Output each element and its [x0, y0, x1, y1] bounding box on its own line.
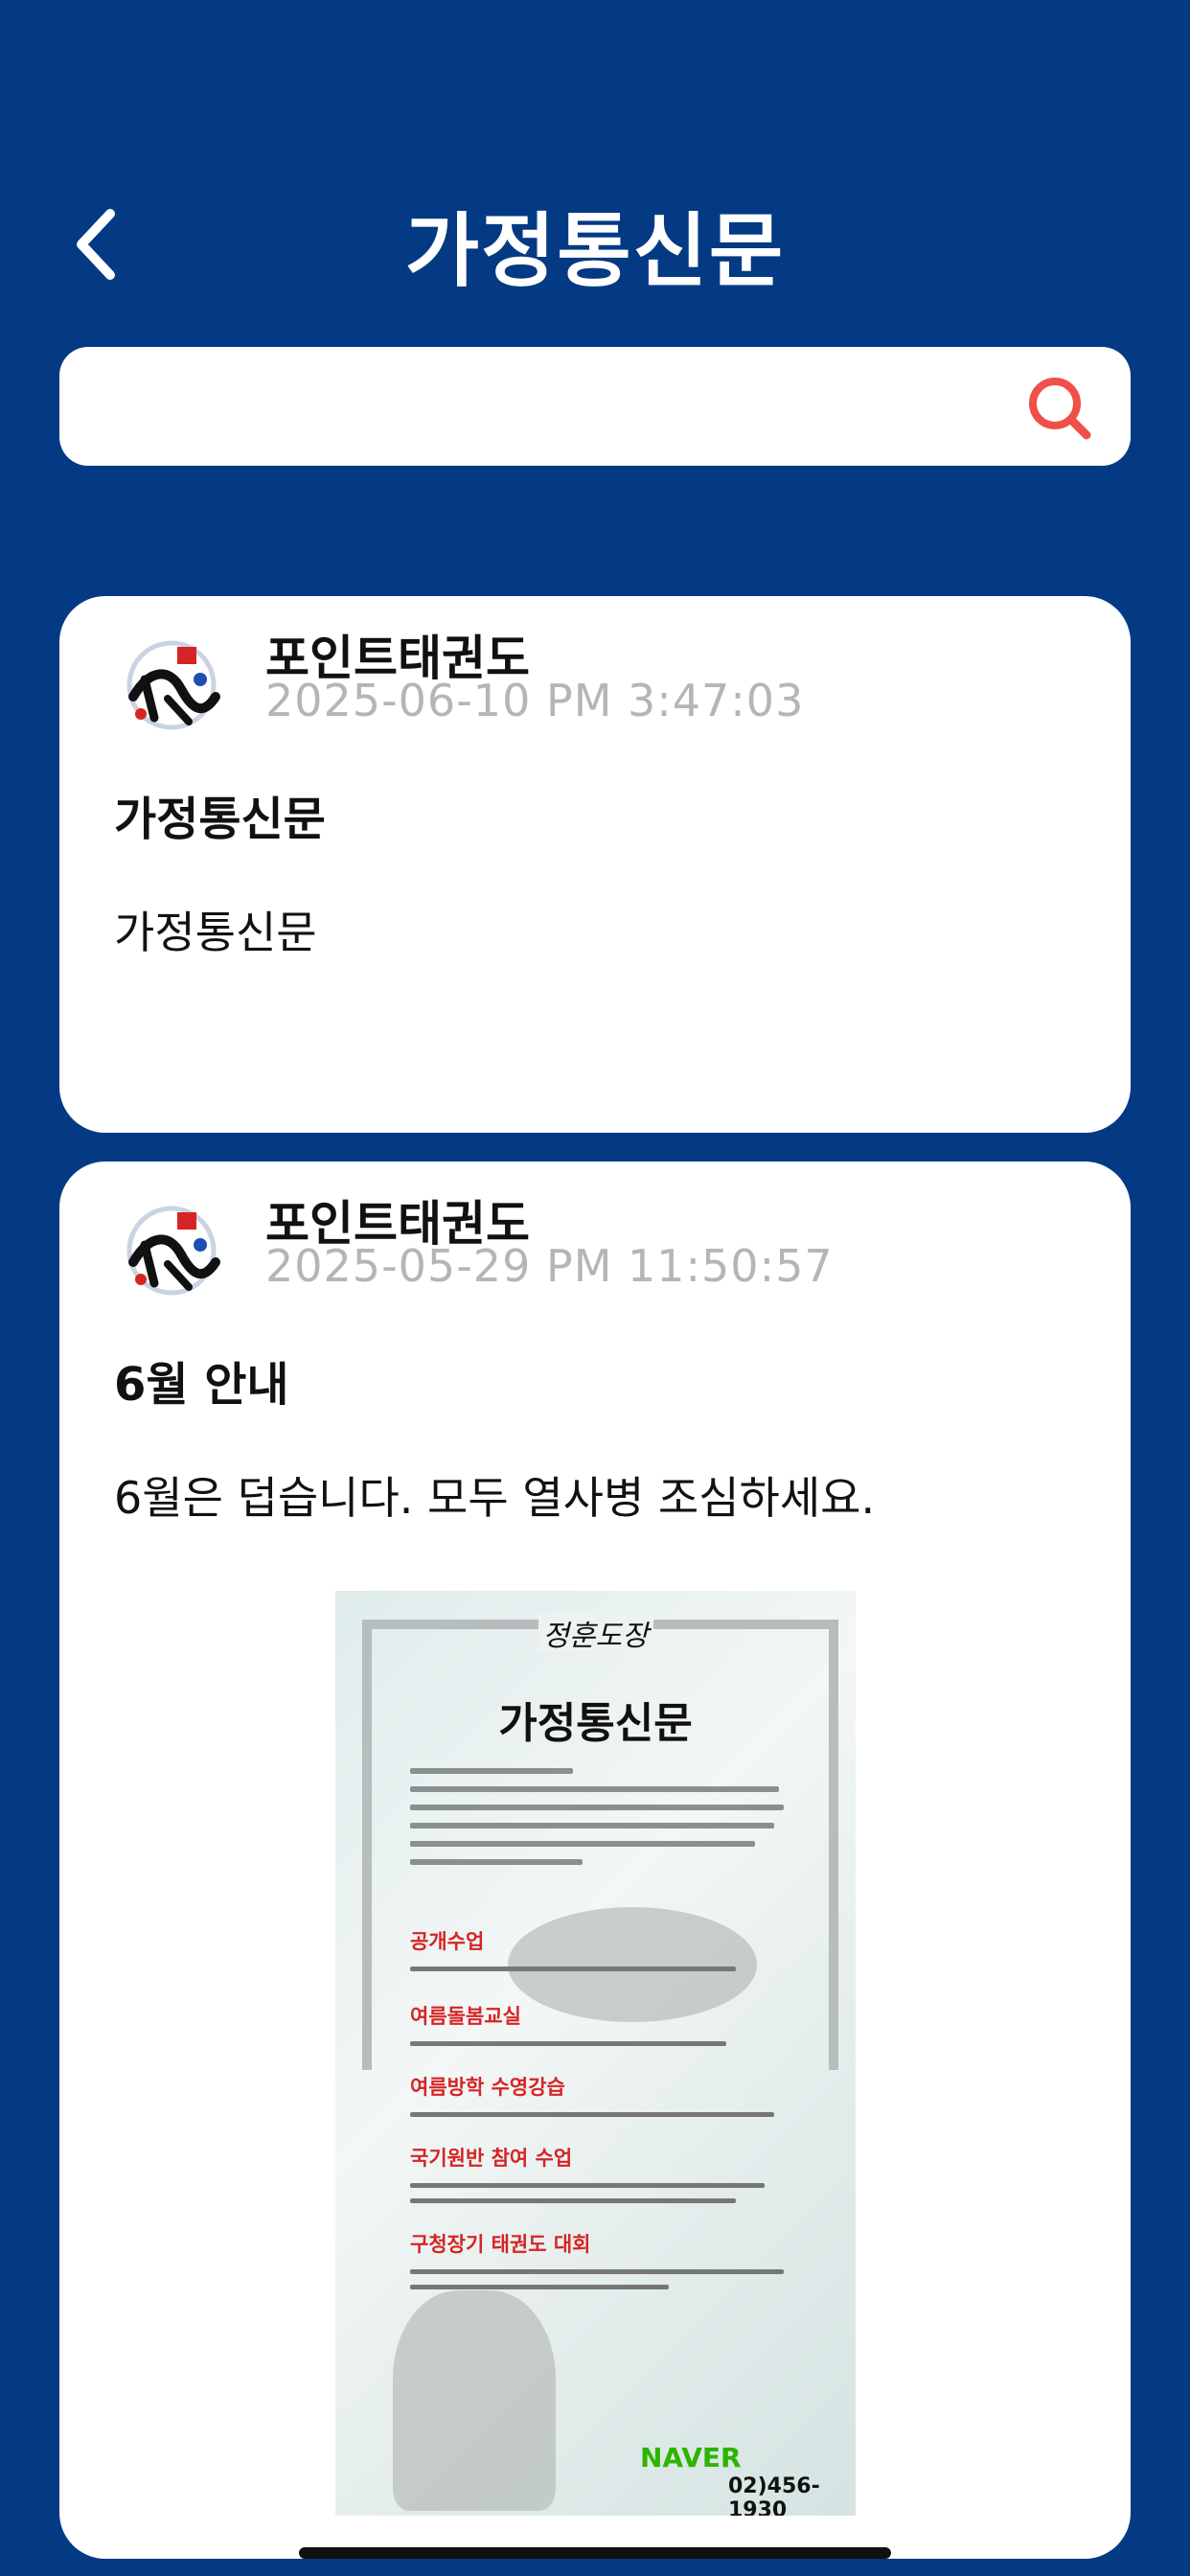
page-title: 가정통신문: [404, 204, 786, 298]
poster-intro-text: [410, 1768, 784, 1877]
frame-decoration: [829, 1620, 838, 2070]
frame-decoration: [362, 1620, 372, 2070]
post-card[interactable]: 포인트태권도 2025-05-29 PM 11:50:57 6월 안내 6월은 …: [59, 1162, 1131, 2559]
naver-logo: NAVER: [640, 2442, 742, 2473]
post-body: 6월은 덥습니다. 모두 열사병 조심하세요.: [114, 1472, 876, 1524]
search-input[interactable]: [88, 366, 1031, 448]
poster-section: 구청장기 태권도 대회: [410, 2233, 591, 2256]
search-bar: [59, 347, 1131, 466]
poster-section: 여름방학 수영강습: [410, 2076, 565, 2099]
post-title: 가정통신문: [114, 793, 326, 846]
post-body: 가정통신문: [114, 907, 317, 958]
poster-signature: 정훈도장: [335, 1612, 856, 1654]
martial-arts-silhouette: [393, 2290, 556, 2511]
post-image[interactable]: 정훈도장 가정통신문 공개수업 여름돌봄교실 여름방학 수영강습 국기원반 참여…: [335, 1591, 856, 2516]
post-card[interactable]: 포인트태권도 2025-06-10 PM 3:47:03 가정통신문 가정통신문: [59, 596, 1131, 1133]
martial-arts-silhouette: [508, 1907, 757, 2022]
academy-logo: [126, 1206, 220, 1296]
poster-phone: 02)456-1930: [728, 2474, 820, 2516]
poster-title: 가정통신문: [498, 1699, 693, 1748]
header: 가정통신문: [0, 0, 1190, 326]
post-title: 6월 안내: [114, 1358, 289, 1412]
home-indicator[interactable]: [299, 2547, 891, 2559]
search-icon[interactable]: [1027, 376, 1092, 441]
post-date: 2025-05-29 PM 11:50:57: [265, 1240, 834, 1292]
post-date: 2025-06-10 PM 3:47:03: [265, 675, 805, 726]
poster-section: 여름돌봄교실: [410, 2005, 521, 2028]
poster-section: 공개수업: [410, 1930, 485, 1953]
academy-logo: [126, 640, 220, 730]
poster-section: 국기원반 참여 수업: [410, 2147, 573, 2170]
